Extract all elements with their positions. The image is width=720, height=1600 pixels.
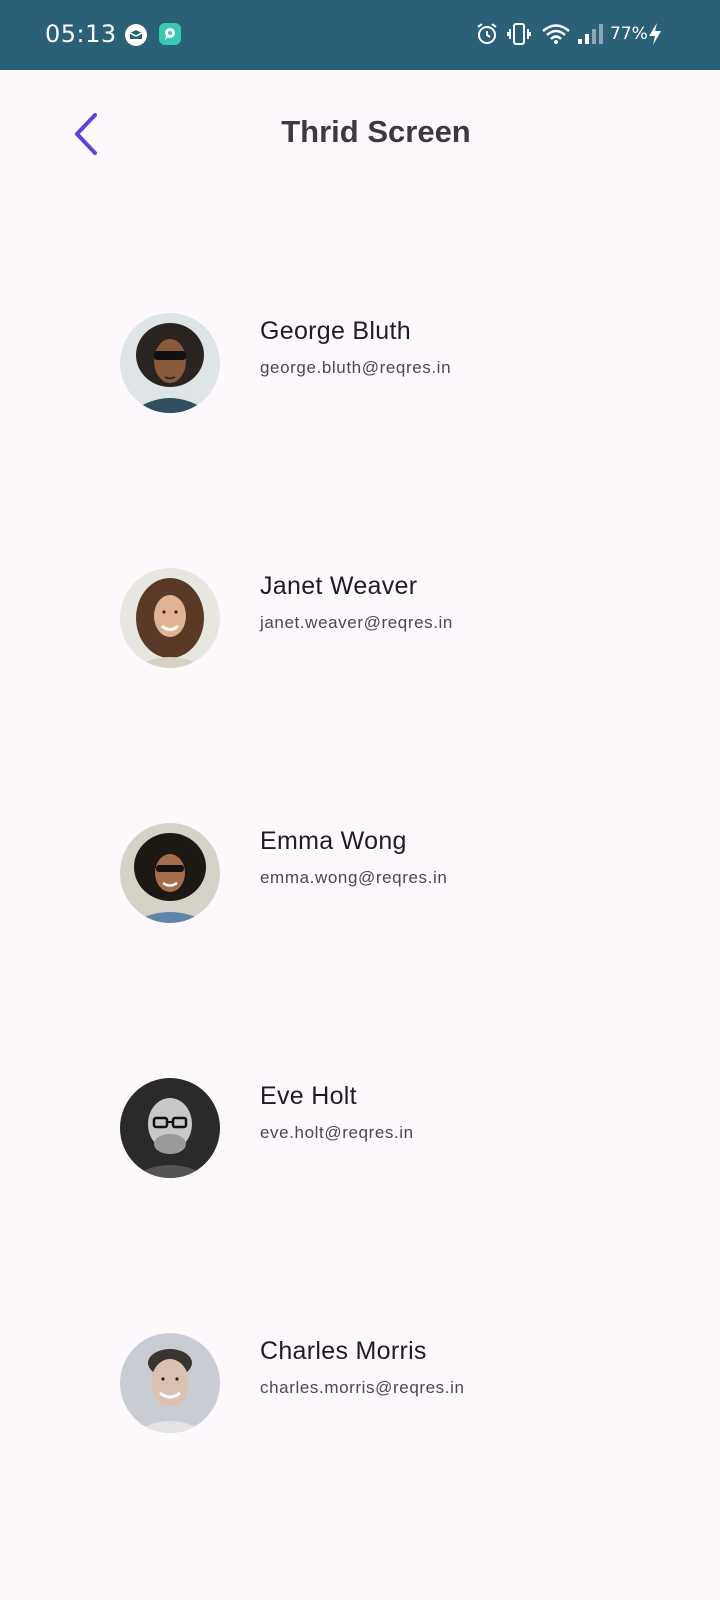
user-email: george.bluth@reqres.in xyxy=(260,358,452,377)
user-name: Emma Wong xyxy=(260,827,407,855)
avatar xyxy=(120,1078,220,1178)
charging-icon xyxy=(647,22,663,51)
app-notification-icon xyxy=(124,23,148,52)
user-name: Janet Weaver xyxy=(260,572,418,600)
user-list-item[interactable]: Emma Wong emma.wong@reqres.in xyxy=(0,710,720,965)
avatar xyxy=(120,1333,220,1433)
user-list-item[interactable]: George Bluth george.bluth@reqres.in xyxy=(0,200,720,455)
user-list: George Bluth george.bluth@reqres.in Jane… xyxy=(0,200,720,1600)
vibrate-icon xyxy=(507,22,531,51)
user-email: charles.morris@reqres.in xyxy=(260,1378,465,1397)
chat-app-icon xyxy=(158,22,182,51)
avatar xyxy=(120,313,220,413)
user-email: janet.weaver@reqres.in xyxy=(260,613,453,632)
signal-icon xyxy=(576,22,606,51)
user-name: George Bluth xyxy=(260,317,411,345)
wifi-icon xyxy=(541,22,571,51)
user-list-item[interactable]: Eve Holt eve.holt@reqres.in xyxy=(0,965,720,1220)
user-email: emma.wong@reqres.in xyxy=(260,868,448,887)
battery-percent: 77% xyxy=(610,24,648,44)
user-name: Charles Morris xyxy=(260,1337,427,1365)
user-email: eve.holt@reqres.in xyxy=(260,1123,414,1142)
user-list-item[interactable]: Janet Weaver janet.weaver@reqres.in xyxy=(0,455,720,710)
page-title: Thrid Screen xyxy=(281,114,471,149)
user-name: Eve Holt xyxy=(260,1082,357,1110)
alarm-icon xyxy=(476,22,498,51)
user-list-item[interactable]: Charles Morris charles.morris@reqres.in xyxy=(0,1220,720,1475)
avatar xyxy=(120,823,220,923)
status-time: 05:13 xyxy=(45,20,117,48)
status-bar: 05:13 77% xyxy=(0,0,720,70)
avatar xyxy=(120,568,220,668)
